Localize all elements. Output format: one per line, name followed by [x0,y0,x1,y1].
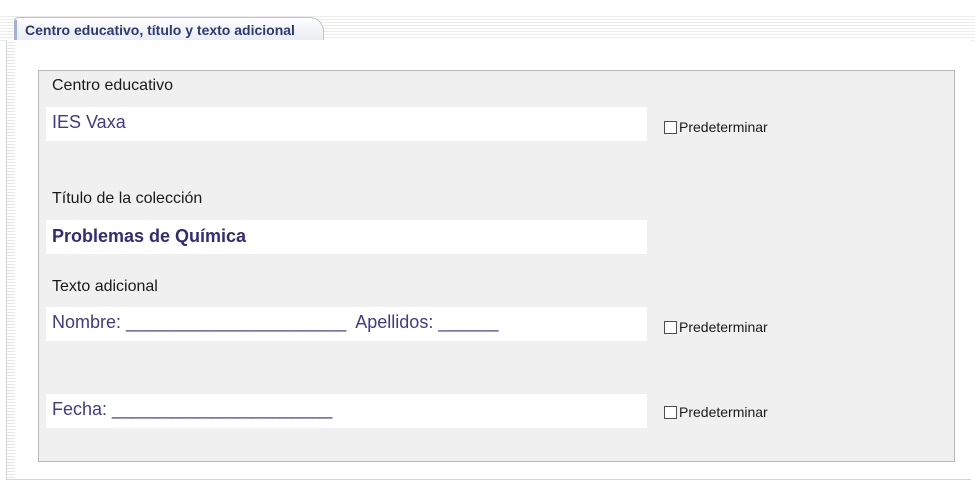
texto-line1-predeterminar[interactable]: Predeterminar [664,319,768,335]
tab-label: Centro educativo, título y texto adicion… [25,22,295,38]
texto-line1-predeterminar-label: Predeterminar [679,319,768,335]
centro-label: Centro educativo [52,77,173,94]
texto-line1-input[interactable]: Nombre: ______________________ Apellidos… [46,307,647,341]
centro-predeterminar[interactable]: Predeterminar [664,119,768,135]
checkbox-icon[interactable] [664,405,677,419]
texto-label: Texto adicional [52,278,158,295]
titulo-input[interactable]: Problemas de Química [46,220,647,254]
texto-line2-predeterminar[interactable]: Predeterminar [664,404,768,420]
panel-stripes [7,40,15,479]
centro-input[interactable]: IES Vaxa [46,107,647,141]
texto-line2-input[interactable]: Fecha: ______________________ [46,394,647,428]
checkbox-icon[interactable] [664,120,677,134]
tab-centro-titulo-texto[interactable]: Centro educativo, título y texto adicion… [14,17,324,41]
titulo-label: Título de la colección [52,190,203,207]
texto-line2-predeterminar-label: Predeterminar [679,404,768,420]
centro-predeterminar-label: Predeterminar [679,119,768,135]
checkbox-icon[interactable] [664,320,677,334]
